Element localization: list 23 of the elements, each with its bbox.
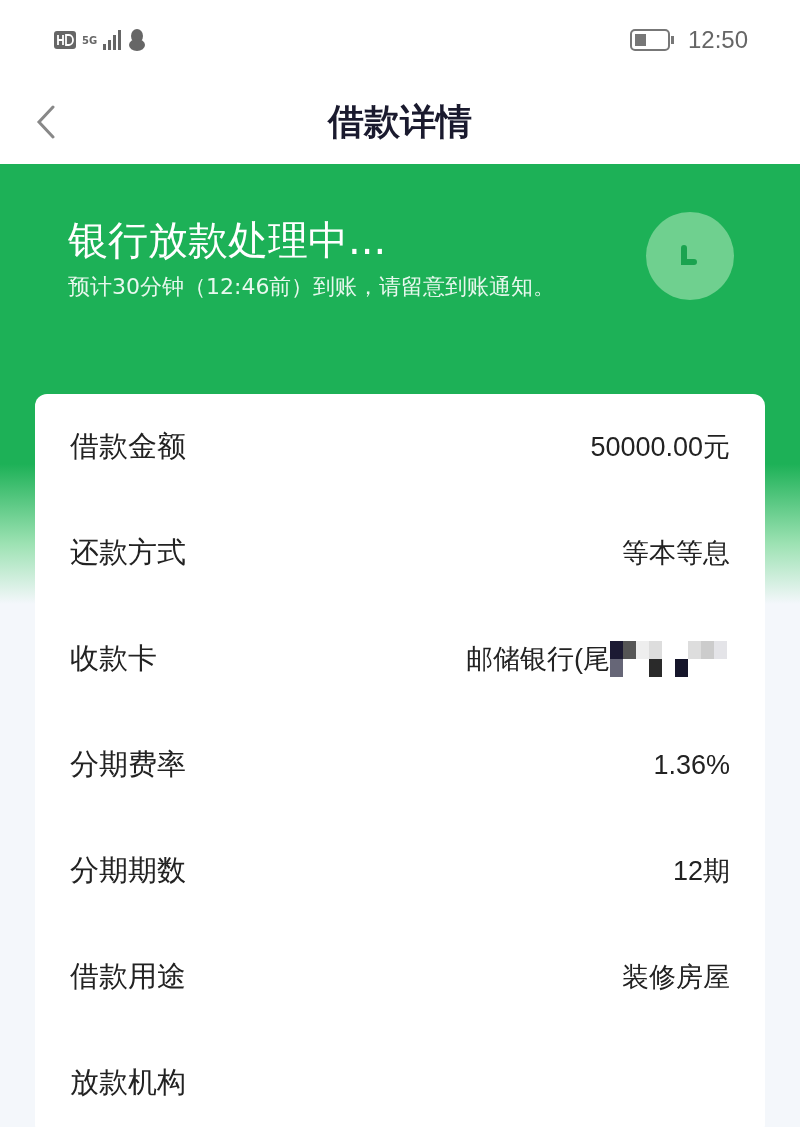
detail-label: 借款用途	[70, 958, 186, 995]
detail-value: 50000.00元	[590, 431, 730, 464]
status-title: 银行放款处理中...	[68, 216, 388, 265]
back-icon[interactable]	[36, 105, 56, 139]
detail-value: 等本等息	[622, 537, 730, 570]
detail-value: 装修房屋	[622, 961, 730, 994]
detail-value: 12期	[672, 855, 730, 888]
hd-icon	[54, 31, 76, 49]
signal-icon	[103, 30, 122, 50]
detail-label: 放款机构	[70, 1064, 186, 1101]
detail-label: 分期费率	[70, 746, 186, 783]
detail-label: 借款金额	[70, 428, 186, 465]
clock-icon	[646, 212, 734, 300]
detail-value: 1.36%	[653, 749, 730, 781]
detail-label: 收款卡	[70, 640, 157, 677]
page-title: 借款详情	[328, 99, 472, 144]
status-time: 12:50	[687, 26, 748, 54]
battery-icon	[629, 29, 674, 51]
detail-value: 邮储银行(尾	[466, 643, 610, 676]
detail-label: 还款方式	[70, 534, 186, 571]
status-message: 预计30分钟（12:46前）到账，请留意到账通知。	[68, 274, 557, 300]
network-label: 5G	[82, 34, 98, 46]
detail-label: 分期期数	[70, 852, 186, 889]
